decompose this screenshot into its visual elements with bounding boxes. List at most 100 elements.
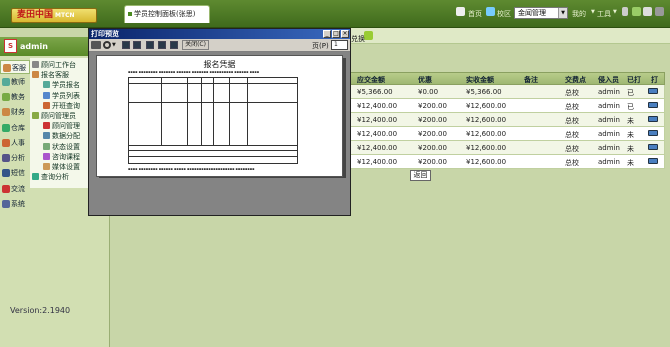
tree-item[interactable]: 报名客服 bbox=[32, 70, 69, 80]
table-row[interactable]: ¥12,400.00 ¥200.00 ¥12,600.00 总校 admin 未 bbox=[350, 127, 665, 141]
home-link[interactable]: 首页 bbox=[468, 9, 482, 19]
cell-paid: ¥12,600.00 bbox=[466, 158, 507, 166]
table-row[interactable]: ¥12,400.00 ¥200.00 ¥12,600.00 总校 admin 未 bbox=[350, 155, 665, 169]
prev-page-icon[interactable] bbox=[133, 41, 141, 49]
chat-icon[interactable] bbox=[632, 7, 641, 16]
sidebar-tab-0[interactable]: 客服 bbox=[0, 60, 30, 74]
sidebar-tab-9[interactable]: 系统 bbox=[0, 197, 30, 211]
app-logo: 麦田中国 MTCN bbox=[11, 8, 97, 23]
cell-point: 总校 bbox=[565, 131, 579, 139]
table-row[interactable]: ¥5,366.00 ¥0.00 ¥5,366.00 总校 admin 已 bbox=[350, 85, 665, 99]
cell-paid: ¥12,600.00 bbox=[466, 144, 507, 152]
menu-mine[interactable]: 我的 bbox=[572, 9, 586, 19]
column-header: 实收金额 bbox=[466, 76, 494, 84]
print-icon[interactable] bbox=[648, 130, 658, 136]
tree-item[interactable]: 顾问管理员 bbox=[32, 111, 76, 121]
table-row[interactable]: ¥12,400.00 ¥200.00 ¥12,600.00 总校 admin 未 bbox=[350, 141, 665, 155]
first-page-icon[interactable] bbox=[122, 41, 130, 49]
exit-icon[interactable] bbox=[655, 7, 664, 16]
maximize-icon[interactable]: □ bbox=[332, 30, 340, 38]
exchange-label[interactable]: 兑换 bbox=[351, 34, 365, 44]
cell-printed: 未 bbox=[627, 159, 634, 167]
table-row[interactable]: ¥12,400.00 ¥200.00 ¥12,600.00 总校 admin 已 bbox=[350, 99, 665, 113]
minimize-icon[interactable]: _ bbox=[323, 30, 331, 38]
sidebar-tab-6[interactable]: 分析 bbox=[0, 151, 30, 165]
sidebar-tab-icon bbox=[2, 169, 10, 177]
tree-item[interactable]: 媒体设置 bbox=[43, 162, 80, 172]
multi-page-icon[interactable] bbox=[170, 41, 178, 49]
tree-item[interactable]: 开班查询 bbox=[43, 101, 80, 111]
sidebar-tab-5[interactable]: 人事 bbox=[0, 136, 30, 150]
cell-due: ¥12,400.00 bbox=[357, 130, 398, 138]
tab-student-panel[interactable]: 学员控制面板(张思) bbox=[124, 5, 210, 23]
menu-tools[interactable]: 工具 bbox=[597, 9, 611, 19]
tree-item[interactable]: 咨询课程 bbox=[43, 152, 80, 162]
sidebar-tab-3[interactable]: 财务 bbox=[0, 105, 30, 119]
cell-discount: ¥200.00 bbox=[418, 144, 447, 152]
tree-item[interactable]: 数据分配 bbox=[43, 131, 80, 141]
column-header: 备注 bbox=[524, 76, 538, 84]
user-name: admin bbox=[20, 42, 48, 51]
sidebar-tab-icon bbox=[2, 139, 10, 147]
cell-paid: ¥5,366.00 bbox=[466, 88, 502, 96]
top-bar bbox=[0, 0, 670, 28]
cell-staff: admin bbox=[598, 116, 620, 124]
table-row[interactable]: ¥12,400.00 ¥200.00 ¥12,600.00 总校 admin 未 bbox=[350, 113, 665, 127]
cell-point: 总校 bbox=[565, 117, 579, 125]
chevron-down-icon: ▼ bbox=[558, 8, 567, 18]
print-icon[interactable] bbox=[648, 116, 658, 122]
sidebar-tab-icon bbox=[2, 108, 10, 116]
cell-point: 总校 bbox=[565, 159, 579, 167]
cell-point: 总校 bbox=[565, 103, 579, 111]
tree-item-icon bbox=[43, 122, 50, 130]
exchange-icon[interactable] bbox=[364, 31, 373, 40]
sidebar-tab-2[interactable]: 教务 bbox=[0, 90, 30, 104]
cell-staff: admin bbox=[598, 144, 620, 152]
back-button[interactable]: 返回 bbox=[410, 170, 431, 181]
print-icon[interactable] bbox=[648, 158, 658, 164]
tree-item-icon bbox=[43, 101, 50, 109]
close-icon[interactable]: × bbox=[341, 30, 349, 38]
tree-item[interactable]: 学员报名 bbox=[43, 80, 80, 90]
cell-paid: ¥12,600.00 bbox=[466, 116, 507, 124]
print-icon[interactable] bbox=[648, 88, 658, 94]
cell-point: 总校 bbox=[565, 89, 579, 97]
cell-due: ¥12,400.00 bbox=[357, 144, 398, 152]
cell-paid: ¥12,600.00 bbox=[466, 130, 507, 138]
phone-icon[interactable] bbox=[622, 7, 628, 16]
campus-link[interactable]: 校区 bbox=[497, 9, 511, 19]
cell-printed: 已 bbox=[627, 89, 634, 97]
cell-printed: 未 bbox=[627, 145, 634, 153]
tree-item[interactable]: 查询分析 bbox=[32, 172, 69, 182]
home-icon[interactable] bbox=[456, 7, 465, 16]
sidebar-tab-4[interactable]: 仓库 bbox=[0, 121, 30, 135]
two-page-icon[interactable] bbox=[158, 41, 166, 49]
cell-due: ¥12,400.00 bbox=[357, 158, 398, 166]
tree-item[interactable]: 学员列表 bbox=[43, 91, 80, 101]
sidebar-tab-icon bbox=[2, 154, 10, 162]
cell-staff: admin bbox=[598, 158, 620, 166]
sidebar-tab-8[interactable]: 交流 bbox=[0, 182, 30, 196]
sidebar-tab-1[interactable]: 教师 bbox=[0, 75, 30, 89]
print-icon[interactable] bbox=[91, 41, 101, 49]
tab-icon bbox=[128, 12, 132, 16]
chevron-down-icon: ▼ bbox=[112, 42, 116, 48]
tree-item[interactable]: 顾问工作台 bbox=[32, 60, 76, 70]
tree-item[interactable]: 状态设置 bbox=[43, 142, 80, 152]
sidebar-tab-icon bbox=[2, 124, 10, 132]
tree-item[interactable]: 顾问管理 bbox=[43, 121, 80, 131]
help-icon[interactable] bbox=[643, 7, 652, 16]
page-input[interactable]: 1 bbox=[331, 40, 348, 50]
print-icon[interactable] bbox=[648, 102, 658, 108]
dialog-title: 打印预览 bbox=[89, 29, 350, 39]
sidebar-tab-icon bbox=[2, 200, 10, 208]
cell-due: ¥12,400.00 bbox=[357, 116, 398, 124]
cell-point: 总校 bbox=[565, 145, 579, 153]
sidebar-tab-7[interactable]: 短信 bbox=[0, 166, 30, 180]
campus-select[interactable]: 金闻管理 ▼ bbox=[514, 7, 568, 19]
zoom-icon[interactable] bbox=[103, 41, 111, 49]
print-icon[interactable] bbox=[648, 144, 658, 150]
one-page-icon[interactable] bbox=[146, 41, 154, 49]
close-preview-button[interactable]: 关闭(C) bbox=[182, 40, 209, 50]
cell-discount: ¥0.00 bbox=[418, 88, 439, 96]
